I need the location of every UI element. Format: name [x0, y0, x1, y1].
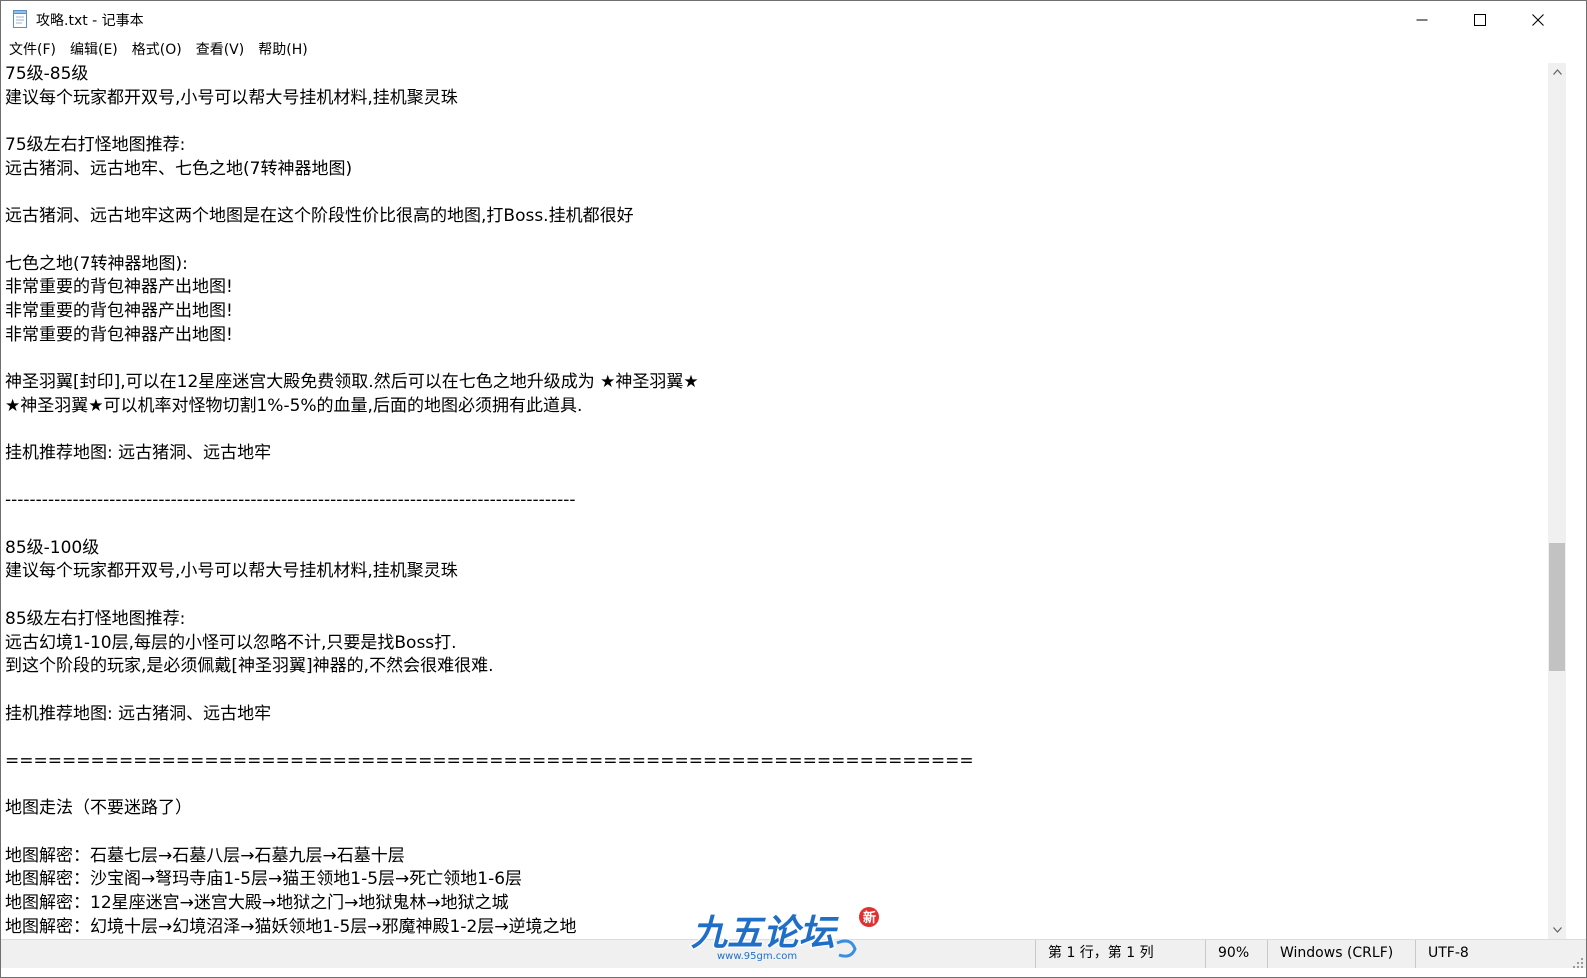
close-icon — [1532, 14, 1544, 26]
text-line: 挂机推荐地图: 远古猪洞、远古地牢 — [5, 703, 272, 724]
text-line: 建议每个玩家都开双号,小号可以帮大号挂机材料,挂机聚灵珠 — [5, 561, 458, 582]
cursor-position: 第 1 行，第 1 列 — [1035, 940, 1205, 968]
text-line: 非常重要的背包神器产出地图! — [5, 277, 233, 298]
text-line: 地图解密：石墓七层→石墓八层→石墓九层→石墓十层 — [5, 845, 405, 866]
text-line: 神圣羽翼[封印],可以在12星座迷宫大殿免费领取.然后可以在七色之地升级成为 ★… — [5, 371, 699, 392]
text-line: 到这个阶段的玩家,是必须佩戴[神圣羽翼]神器的,不然会很难很难. — [5, 656, 494, 677]
text-line: ----------------------------------------… — [5, 490, 576, 511]
menu-format[interactable]: 格式(O) — [125, 39, 189, 63]
text-line: 85级左右打怪地图推荐: — [5, 608, 186, 629]
text-line: 非常重要的背包神器产出地图! — [5, 324, 233, 345]
maximize-icon — [1474, 14, 1486, 26]
menu-view[interactable]: 查看(V) — [189, 39, 252, 63]
notepad-window: 攻略.txt - 记事本 文件(F) 编辑(E) 格式(O) 查看(V) 帮助(… — [0, 0, 1587, 978]
text-line: ★神圣羽翼★可以机率对怪物切割1%-5%的血量,后面的地图必须拥有此道具. — [5, 395, 583, 416]
text-line — [5, 726, 974, 750]
window-title: 攻略.txt - 记事本 — [36, 13, 144, 29]
text-line: 75级-85级 — [5, 64, 89, 84]
text-line: 85级-100级 — [5, 537, 100, 558]
text-line: 非常重要的背包神器产出地图! — [5, 300, 233, 321]
resize-grip-icon[interactable] — [1572, 954, 1584, 968]
minimize-icon — [1416, 19, 1428, 21]
text-line — [5, 418, 974, 442]
document-text[interactable]: 75级-85级建议每个玩家都开双号,小号可以帮大号挂机材料,挂机聚灵珠 75级左右… — [5, 63, 974, 939]
menu-edit[interactable]: 编辑(E) — [63, 39, 125, 63]
text-line — [5, 466, 974, 490]
text-line — [5, 110, 974, 134]
scroll-thumb[interactable] — [1549, 543, 1565, 671]
encoding: UTF-8 — [1415, 940, 1586, 968]
forum-watermark-logo: 九五论坛 新 www.95gm.com — [687, 903, 887, 969]
svg-text:新: 新 — [863, 910, 876, 926]
close-button[interactable] — [1509, 1, 1567, 39]
text-line: 挂机推荐地图: 远古猪洞、远古地牢 — [5, 443, 272, 463]
title-bar: 攻略.txt - 记事本 — [1, 1, 1586, 39]
menu-help[interactable]: 帮助(H) — [251, 39, 314, 63]
text-line: 远古猪洞、远古地牢、七色之地(7转神器地图) — [5, 158, 353, 179]
text-line: 远古幻境1-10层,每层的小怪可以忽略不计,只要是找Boss打. — [5, 632, 457, 653]
svg-text:www.95gm.com: www.95gm.com — [717, 951, 797, 962]
menu-bar: 文件(F) 编辑(E) 格式(O) 查看(V) 帮助(H) — [1, 39, 1586, 63]
chevron-down-icon — [1552, 927, 1562, 933]
svg-text:九五论坛: 九五论坛 — [691, 913, 839, 954]
text-line: 地图解密：沙宝阁→弩玛寺庙1-5层→猫王领地1-5层→死亡领地1-6层 — [5, 869, 523, 890]
scroll-down-button[interactable] — [1548, 921, 1566, 939]
notepad-icon — [12, 10, 28, 28]
line-ending: Windows (CRLF) — [1267, 940, 1415, 968]
text-line — [5, 679, 974, 703]
text-line — [5, 584, 974, 608]
text-line: 75级左右打怪地图推荐: — [5, 135, 186, 156]
maximize-button[interactable] — [1451, 1, 1509, 39]
zoom-level: 90% — [1205, 940, 1267, 968]
minimize-button[interactable] — [1393, 1, 1451, 39]
text-line — [5, 774, 974, 798]
scroll-up-button[interactable] — [1548, 63, 1566, 81]
text-line — [5, 821, 974, 845]
text-line: 七色之地(7转神器地图): — [5, 253, 188, 274]
text-line: 建议每个玩家都开双号,小号可以帮大号挂机材料,挂机聚灵珠 — [5, 87, 458, 108]
text-line — [5, 347, 974, 371]
text-line — [5, 229, 974, 253]
text-line — [5, 181, 974, 205]
text-line: 远古猪洞、远古地牢这两个地图是在这个阶段性价比很高的地图,打Boss.挂机都很好 — [5, 206, 634, 227]
text-line: 地图走法（不要迷路了） — [5, 798, 192, 819]
text-line: ========================================… — [5, 750, 974, 771]
text-line — [5, 513, 974, 537]
chevron-up-icon — [1552, 69, 1562, 75]
text-editor[interactable]: 75级-85级建议每个玩家都开双号,小号可以帮大号挂机材料,挂机聚灵珠 75级左右… — [1, 63, 1548, 939]
vertical-scrollbar[interactable] — [1548, 63, 1566, 939]
menu-file[interactable]: 文件(F) — [1, 39, 63, 63]
